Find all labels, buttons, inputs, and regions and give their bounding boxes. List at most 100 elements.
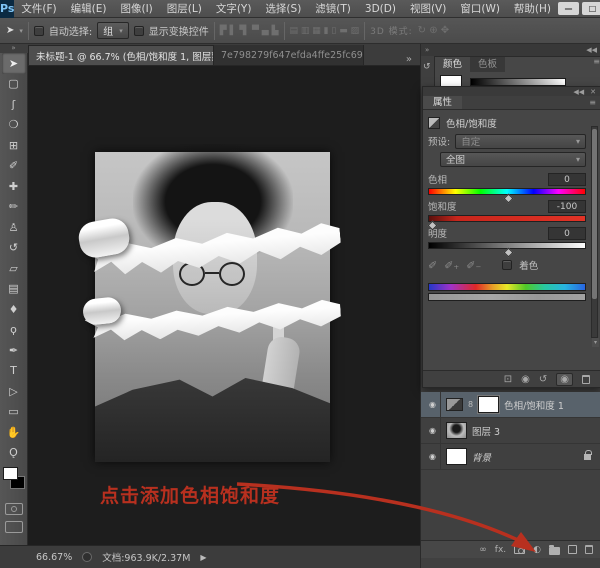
move-tool[interactable]: ➤ [2, 53, 26, 74]
tab-overflow-icon[interactable]: » [406, 54, 420, 65]
tool-preset-caret-icon[interactable]: ▾ [19, 27, 23, 35]
shape-tool[interactable]: ▭ [2, 402, 26, 423]
panel-menu-icon[interactable]: ≡ [593, 57, 600, 72]
lasso-tool[interactable]: ʃ [2, 94, 26, 115]
dock-expand-icon[interactable]: » [425, 46, 429, 54]
layer-row-layer-3[interactable]: ◉ 图层 3 [421, 418, 600, 444]
layer-thumbnail[interactable] [446, 422, 467, 439]
crop-tool[interactable]: ⊞ [2, 135, 26, 156]
saturation-value-field[interactable]: -100 [548, 200, 586, 213]
layer-row-hue-saturation-1[interactable]: ◉ 8 色相/饱和度 1 [421, 392, 600, 418]
scrollbar-down-arrow-icon[interactable]: ▾ [592, 338, 599, 347]
tab-color[interactable]: 颜色 [435, 57, 470, 72]
clone-stamp-tool[interactable]: ♙ [2, 217, 26, 238]
menu-help[interactable]: 帮助(H) [507, 0, 558, 18]
layer-row-background[interactable]: ◉ 背景 [421, 444, 600, 470]
previous-state-eye-icon[interactable]: ◉ [521, 374, 530, 385]
dodge-tool[interactable]: ϙ [2, 320, 26, 341]
document-tab-active[interactable]: 未标题-1 @ 66.7% (色相/饱和度 1, 图层蒙版/8)* × [28, 45, 214, 65]
menu-select[interactable]: 选择(S) [258, 0, 308, 18]
grayscale-ramp[interactable] [470, 78, 566, 86]
menu-3d[interactable]: 3D(D) [358, 0, 403, 18]
path-selection-tool[interactable]: ▷ [2, 381, 26, 402]
layer-visibility-eye-icon[interactable]: ◉ [425, 418, 441, 444]
status-menu-arrow-icon[interactable]: ▶ [200, 553, 206, 562]
menu-filter[interactable]: 滤镜(T) [308, 0, 358, 18]
quick-selection-tool[interactable]: ❍ [2, 115, 26, 136]
quick-mask-button[interactable] [5, 503, 23, 515]
clip-to-layer-icon[interactable]: ⊡ [504, 374, 512, 385]
menu-edit[interactable]: 编辑(E) [64, 0, 114, 18]
reset-icon[interactable]: ↺ [539, 374, 547, 385]
menu-layer[interactable]: 图层(L) [160, 0, 209, 18]
show-transform-checkbox[interactable] [134, 26, 144, 36]
history-brush-tool[interactable]: ↺ [2, 238, 26, 259]
layer-style-fx-icon[interactable]: fx. [495, 545, 506, 555]
zoom-level[interactable]: 66.67% [36, 552, 72, 563]
layer-name[interactable]: 背景 [472, 450, 491, 464]
channel-dropdown[interactable]: 全图 ▾ [440, 152, 586, 167]
delete-adjustment-trash-icon[interactable] [582, 375, 590, 384]
hue-slider[interactable] [428, 188, 586, 195]
colorize-checkbox[interactable] [502, 260, 512, 270]
properties-scrollbar[interactable]: ▾ [591, 126, 598, 338]
lock-icon [584, 454, 591, 460]
add-layer-mask-icon[interactable] [514, 545, 525, 554]
mask-link-icon[interactable]: 8 [468, 400, 473, 409]
saturation-slider[interactable] [428, 215, 586, 222]
minimize-button[interactable]: — [558, 2, 579, 15]
document-tab-inactive[interactable]: 7e798279f647efda4ffe25fc69ae3 [214, 45, 364, 65]
layer-name[interactable]: 图层 3 [472, 424, 500, 438]
pen-tool[interactable]: ✒ [2, 340, 26, 361]
auto-select-target-dropdown[interactable]: 组 ▾ [97, 22, 129, 39]
tab-swatches[interactable]: 色板 [470, 57, 505, 72]
tab-properties[interactable]: 属性 [423, 96, 462, 109]
subtract-sample-eyedropper-icon[interactable]: ✐₋ [466, 259, 481, 272]
menu-type[interactable]: 文字(Y) [209, 0, 259, 18]
new-layer-icon[interactable] [568, 545, 577, 554]
layer-visibility-eye-icon[interactable]: ◉ [425, 392, 441, 418]
eraser-tool[interactable]: ▱ [2, 258, 26, 279]
adjustment-layer-thumbnail[interactable] [446, 398, 463, 411]
layer-visibility-eye-icon[interactable]: ◉ [425, 444, 441, 470]
brush-tool[interactable]: ✏ [2, 197, 26, 218]
panel-menu-icon[interactable]: ≡ [589, 96, 600, 109]
lightness-slider[interactable] [428, 242, 586, 249]
add-sample-eyedropper-icon[interactable]: ✐₊ [444, 259, 459, 272]
delete-layer-trash-icon[interactable] [585, 545, 593, 554]
panel-close-icon[interactable]: ✕ [590, 88, 596, 96]
maximize-button[interactable]: □ [582, 2, 600, 15]
layer-thumbnail[interactable] [446, 448, 467, 465]
hand-tool[interactable]: ✋ [2, 422, 26, 443]
panel-collapse-icon[interactable]: ◀◀ [573, 88, 584, 96]
new-adjustment-layer-icon[interactable]: ◐ [533, 545, 541, 555]
type-tool[interactable]: T [2, 361, 26, 382]
gradient-tool[interactable]: ▤ [2, 279, 26, 300]
layer-mask-thumbnail[interactable] [478, 396, 499, 413]
auto-select-checkbox[interactable] [34, 26, 44, 36]
healing-brush-tool[interactable]: ✚ [2, 176, 26, 197]
new-group-icon[interactable] [549, 547, 560, 555]
lightness-value-field[interactable]: 0 [548, 227, 586, 240]
photo-glasses-bridge [205, 272, 219, 274]
sample-eyedropper-icon[interactable]: ✐ [428, 259, 437, 272]
menu-file[interactable]: 文件(F) [14, 0, 63, 18]
visibility-eye-icon[interactable]: ◉ [556, 373, 573, 386]
menu-view[interactable]: 视图(V) [403, 0, 453, 18]
eyedropper-tool[interactable]: ✐ [2, 156, 26, 177]
dock-collapse-icon[interactable]: ◀◀ [586, 46, 597, 54]
toolbar-collapse-icon[interactable]: » [0, 44, 28, 53]
blur-tool[interactable]: ♦ [2, 299, 26, 320]
layer-name[interactable]: 色相/饱和度 1 [504, 398, 564, 412]
menu-image[interactable]: 图像(I) [113, 0, 159, 18]
preset-dropdown[interactable]: 自定 ▾ [455, 134, 586, 149]
link-layers-icon[interactable]: ∞ [479, 545, 487, 555]
hue-value-field[interactable]: 0 [548, 173, 586, 186]
screen-mode-button[interactable] [5, 521, 23, 533]
scrollbar-thumb[interactable] [592, 129, 597, 299]
foreground-color-swatch[interactable] [3, 467, 18, 480]
canvas-area[interactable] [28, 66, 420, 545]
menu-window[interactable]: 窗口(W) [453, 0, 507, 18]
marquee-tool[interactable]: ▢ [2, 74, 26, 95]
zoom-tool[interactable]: Ǫ [2, 443, 26, 464]
